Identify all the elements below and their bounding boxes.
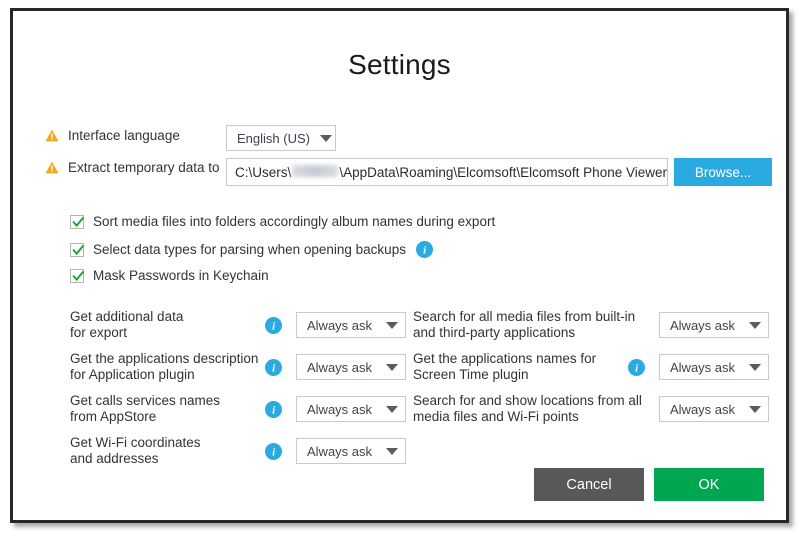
extract-path-row: Extract temporary data to <box>45 160 220 175</box>
info-icon-placeholder <box>628 401 645 418</box>
ok-button[interactable]: OK <box>654 468 764 501</box>
browse-button[interactable]: Browse... <box>674 158 772 186</box>
option-label-show-locations: Search for and show locations from all m… <box>413 393 642 425</box>
option-label-calls-services: Get calls services names from AppStore <box>70 393 265 425</box>
screen: Settings Interface language English (US) <box>0 0 805 540</box>
option-label-screen-time-plugin: Get the applications names for Screen Ti… <box>413 351 628 383</box>
option-line2: and addresses <box>70 451 159 466</box>
chevron-down-icon <box>386 405 398 413</box>
option-row-search-media-files: Search for all media files from built-in… <box>413 309 773 341</box>
option-label-additional-data: Get additional data for export <box>70 309 265 341</box>
option-dropdown-show-locations[interactable]: Always ask <box>659 396 769 422</box>
checkbox-label-select-data-types: Select data types for parsing when openi… <box>93 242 406 257</box>
page-title: Settings <box>348 49 451 80</box>
extract-path-input[interactable]: C:\Users\ \AppData\Roaming\Elcomsoft\Elco… <box>226 158 668 186</box>
option-row-applications-description: Get the applications description for App… <box>70 351 410 383</box>
option-line1: Get Wi-Fi coordinates <box>70 435 201 450</box>
redacted-username <box>292 165 339 177</box>
checkbox-sort-media[interactable] <box>70 214 85 229</box>
option-label-search-media-files: Search for all media files from built-in… <box>413 309 636 341</box>
interface-language-label: Interface language <box>68 128 180 143</box>
extract-path-value-suffix: \AppData\Roaming\Elcomsoft\Elcomsoft Pho… <box>339 164 667 180</box>
option-line1: Search for and show locations from all <box>413 393 642 408</box>
option-label-applications-description: Get the applications description for App… <box>70 351 265 383</box>
option-line2: Screen Time plugin <box>413 367 529 382</box>
interface-language-dropdown[interactable]: English (US) <box>226 125 336 151</box>
option-line2: and third-party applications <box>413 325 576 340</box>
chevron-down-icon <box>386 321 398 329</box>
option-line2: for export <box>70 325 128 340</box>
info-icon[interactable]: i <box>265 358 282 376</box>
settings-dialog-window: Settings Interface language English (US) <box>10 8 789 523</box>
option-row-calls-services: Get calls services names from AppStore i… <box>70 393 410 425</box>
checkbox-mask-passwords[interactable] <box>70 268 85 283</box>
warning-triangle-icon <box>45 129 59 142</box>
info-icon[interactable]: i <box>265 400 282 418</box>
checkbox-row-select-data-types[interactable]: Select data types for parsing when openi… <box>70 241 433 258</box>
interface-language-row: Interface language <box>45 128 180 143</box>
warning-triangle-icon <box>45 161 59 174</box>
info-icon[interactable]: i <box>406 241 433 258</box>
info-icon[interactable]: i <box>265 316 282 334</box>
option-line2: media files and Wi-Fi points <box>413 409 579 424</box>
option-line1: Get additional data <box>70 309 184 324</box>
option-row-screen-time-plugin: Get the applications names for Screen Ti… <box>413 351 773 383</box>
option-row-wifi-coordinates: Get Wi-Fi coordinates and addresses i Al… <box>70 435 410 467</box>
option-label-wifi-coordinates: Get Wi-Fi coordinates and addresses <box>70 435 265 467</box>
cancel-button[interactable]: Cancel <box>534 468 644 501</box>
option-row-show-locations: Search for and show locations from all m… <box>413 393 773 425</box>
option-dropdown-additional-data[interactable]: Always ask <box>296 312 406 338</box>
checkbox-row-sort-media[interactable]: Sort media files into folders accordingl… <box>70 214 495 229</box>
chevron-down-icon <box>749 405 761 413</box>
option-line2: for Application plugin <box>70 367 195 382</box>
dialog-client-area: Settings Interface language English (US) <box>13 11 786 520</box>
checkbox-label-sort-media: Sort media files into folders accordingl… <box>93 214 496 229</box>
option-dropdown-wifi-coordinates[interactable]: Always ask <box>296 438 406 464</box>
checkbox-label-mask-passwords: Mask Passwords in Keychain <box>93 268 269 283</box>
checkbox-row-mask-passwords[interactable]: Mask Passwords in Keychain <box>70 268 269 283</box>
option-dropdown-value: Always ask <box>670 359 736 375</box>
chevron-down-icon <box>749 321 761 329</box>
option-dropdown-calls-services[interactable]: Always ask <box>296 396 406 422</box>
interface-language-value: English (US) <box>237 130 310 146</box>
option-dropdown-screen-time-plugin[interactable]: Always ask <box>659 354 769 380</box>
chevron-down-icon <box>386 447 398 455</box>
option-dropdown-value: Always ask <box>307 317 373 333</box>
option-line2: from AppStore <box>70 409 157 424</box>
extract-path-value-prefix: C:\Users\ <box>235 164 292 180</box>
info-icon[interactable]: i <box>628 358 645 376</box>
option-line1: Get calls services names <box>70 393 221 408</box>
chevron-down-icon <box>319 134 332 142</box>
option-dropdown-value: Always ask <box>670 401 736 417</box>
option-line1: Get the applications names for <box>413 351 597 366</box>
option-dropdown-search-media-files[interactable]: Always ask <box>659 312 769 338</box>
option-line1: Search for all media files from built-in <box>413 309 636 324</box>
option-row-additional-data: Get additional data for export i Always … <box>70 309 410 341</box>
checkbox-select-data-types[interactable] <box>70 242 85 257</box>
option-dropdown-value: Always ask <box>307 359 373 375</box>
extract-path-label: Extract temporary data to <box>68 160 220 175</box>
option-line1: Get the applications description <box>70 351 259 366</box>
option-dropdown-value: Always ask <box>307 443 373 459</box>
option-dropdown-value: Always ask <box>670 317 736 333</box>
chevron-down-icon <box>749 363 761 371</box>
chevron-down-icon <box>386 363 398 371</box>
info-icon-placeholder <box>628 317 645 334</box>
option-dropdown-applications-description[interactable]: Always ask <box>296 354 406 380</box>
option-dropdown-value: Always ask <box>307 401 373 417</box>
info-icon[interactable]: i <box>265 442 282 460</box>
